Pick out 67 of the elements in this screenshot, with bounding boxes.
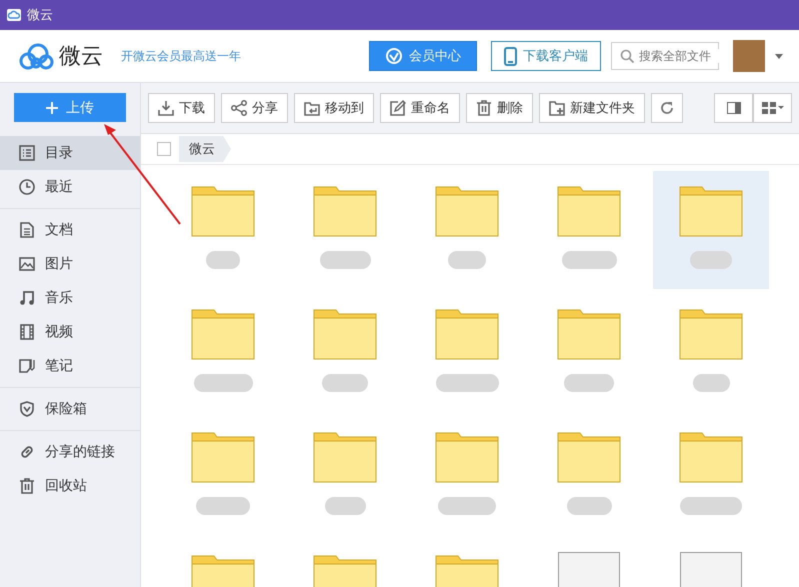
toolbar-button[interactable]: 分享 <box>221 93 288 123</box>
logo-text: 微云 <box>59 43 103 71</box>
phone-icon <box>504 46 517 66</box>
blurred-name <box>324 497 366 515</box>
toolbar-button[interactable]: 移动到 <box>294 93 374 123</box>
list-icon <box>19 145 35 161</box>
folder-arrow-icon <box>304 100 320 116</box>
blurred-name <box>438 497 496 515</box>
sidebar-item[interactable]: 笔记 <box>0 349 140 383</box>
blurred-name <box>680 497 742 515</box>
trash-icon <box>476 100 492 116</box>
folder-tile[interactable] <box>653 171 769 289</box>
blurred-name <box>692 374 730 392</box>
share-icon <box>231 100 247 116</box>
sidebar-item[interactable]: 图片 <box>0 247 140 281</box>
window-title: 微云 <box>27 7 53 24</box>
blurred-name <box>448 251 486 269</box>
trash-icon <box>19 478 35 494</box>
cloud-icon <box>7 9 21 21</box>
toolbar-button[interactable]: 重命名 <box>380 93 460 123</box>
toolbar-button[interactable]: 删除 <box>466 93 533 123</box>
clock-icon <box>19 179 35 195</box>
search-icon <box>620 49 634 63</box>
toolbar-button[interactable]: 下载 <box>148 93 215 123</box>
edit-icon <box>390 100 406 116</box>
cloud-logo-icon <box>18 41 54 71</box>
image-icon <box>19 256 35 272</box>
shield-icon <box>19 401 35 417</box>
sidebar-item[interactable]: 回收站 <box>0 469 140 503</box>
view-mode-button[interactable] <box>753 93 792 123</box>
sidebar-item[interactable]: 目录 <box>0 136 140 170</box>
sidebar-item[interactable]: 文档 <box>0 213 140 247</box>
film-icon <box>19 324 35 340</box>
blurred-name <box>196 497 250 515</box>
sidebar-item[interactable]: 视频 <box>0 315 140 349</box>
new-folder-icon <box>549 100 565 116</box>
toolbar-button[interactable]: 新建文件夹 <box>539 93 645 123</box>
music-note-icon <box>19 290 35 306</box>
search-field[interactable]: 搜索全部文件 <box>611 42 719 70</box>
sidebar-item[interactable]: 保险箱 <box>0 392 140 426</box>
blurred-name <box>564 374 614 392</box>
blurred-name <box>194 374 252 392</box>
select-all-checkbox[interactable] <box>157 142 171 156</box>
document-icon <box>19 222 35 238</box>
blurred-name <box>436 374 498 392</box>
note-icon <box>19 358 35 374</box>
download-icon <box>158 100 174 116</box>
plus-icon <box>46 102 58 114</box>
download-client-button[interactable]: 下载客户端 <box>491 41 601 71</box>
refresh-button[interactable] <box>651 93 683 123</box>
sidebar-item[interactable]: 分享的链接 <box>0 435 140 469</box>
sidebar-item[interactable]: 最近 <box>0 170 140 204</box>
blurred-name <box>566 497 612 515</box>
blurred-name <box>322 374 368 392</box>
blurred-name <box>690 251 732 269</box>
cloud-v-icon <box>385 47 403 65</box>
blurred-name <box>206 251 240 269</box>
breadcrumb-item[interactable]: 微云 <box>179 136 231 162</box>
preview-pane-button[interactable] <box>714 93 753 123</box>
grid-icon <box>762 102 784 114</box>
refresh-icon <box>659 100 675 116</box>
sidebar-item[interactable]: 音乐 <box>0 281 140 315</box>
link-icon <box>19 444 35 460</box>
blurred-name <box>562 251 616 269</box>
caret-icon <box>775 54 783 58</box>
panel-icon <box>726 102 740 114</box>
blurred-name <box>320 251 370 269</box>
